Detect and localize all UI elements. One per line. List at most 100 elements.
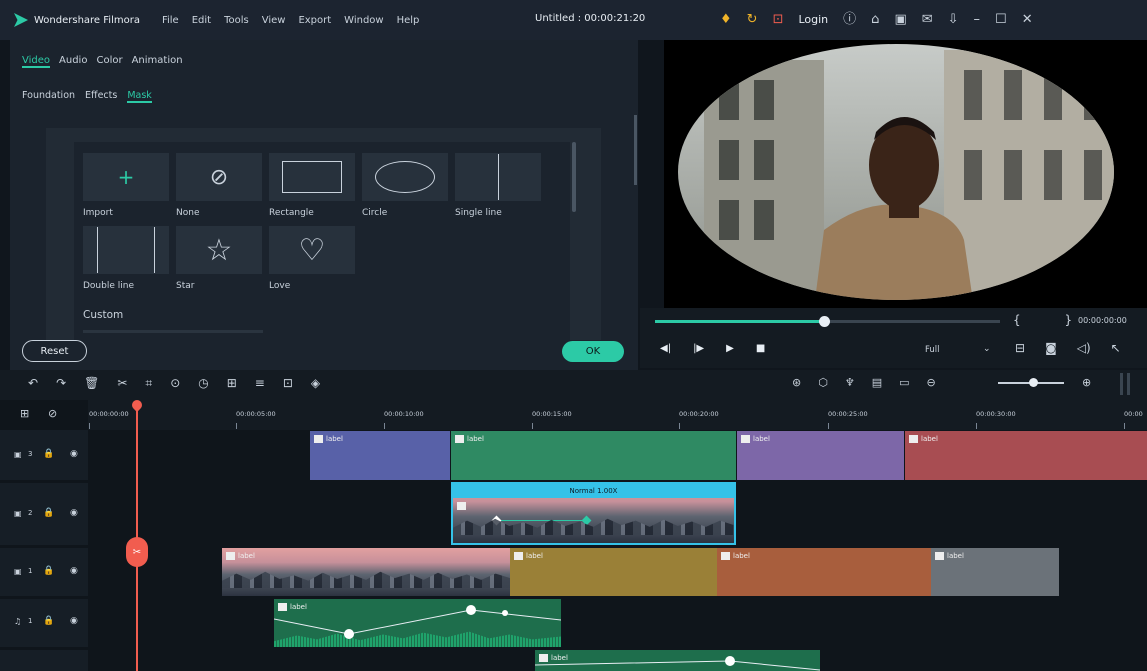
speed-icon[interactable]: ◷	[198, 376, 208, 391]
tab-audio[interactable]: Audio	[59, 55, 87, 68]
menu-edit[interactable]: Edit	[192, 15, 211, 26]
video-clip-selected[interactable]: Normal 1.00X	[451, 482, 736, 545]
effect-clip[interactable]: label	[931, 548, 1059, 596]
mask-double-line-tile[interactable]	[83, 226, 169, 274]
add-track-icon[interactable]: ⊞	[20, 407, 29, 420]
stop-icon[interactable]: ■	[756, 343, 765, 354]
mask-love-tile[interactable]: ♡	[269, 226, 355, 274]
title-clip[interactable]: label	[310, 431, 450, 480]
tab-video[interactable]: Video	[22, 55, 51, 68]
eye-icon[interactable]: ◉	[70, 508, 78, 518]
ok-button[interactable]: OK	[562, 341, 624, 362]
tab-color[interactable]: Color	[96, 55, 122, 68]
eye-icon[interactable]: ◉	[70, 566, 78, 576]
undo-icon[interactable]: ↶	[28, 376, 38, 391]
keyframe-marker[interactable]	[491, 515, 502, 526]
keyframe-icon[interactable]: ◈	[311, 376, 320, 391]
menu-view[interactable]: View	[262, 15, 286, 26]
monitor-icon[interactable]: ⊟	[1015, 341, 1025, 355]
tab-animation[interactable]: Animation	[132, 55, 183, 68]
fit-icon[interactable]: ⊡	[283, 376, 293, 391]
menu-tools[interactable]: Tools	[224, 15, 249, 26]
subtitle-icon[interactable]: ▭	[899, 376, 909, 389]
mask-circle-tile[interactable]	[362, 153, 448, 201]
lock-icon[interactable]: 🔒	[43, 449, 54, 459]
redo-icon[interactable]: ↷	[56, 376, 66, 391]
eye-icon[interactable]: ◉	[70, 616, 78, 626]
play-icon[interactable]: ▶	[726, 343, 734, 354]
video-clip[interactable]: label	[222, 548, 510, 596]
mic-icon[interactable]: ♆	[845, 376, 855, 389]
ruler-label: 00:00	[1124, 410, 1143, 418]
lock-icon[interactable]: 🔒	[43, 616, 54, 626]
crop-icon[interactable]: ⌗	[145, 376, 152, 391]
mask-none-tile[interactable]: ⊘	[176, 153, 262, 201]
reset-button[interactable]: Reset	[22, 340, 87, 362]
zoom-slider-handle[interactable]	[1029, 378, 1038, 387]
mask-import-tile[interactable]: +	[83, 153, 169, 201]
maximize-icon[interactable]: ☐	[995, 10, 1007, 30]
effect-clip[interactable]: label	[737, 431, 904, 480]
mail-icon[interactable]: ✉	[922, 10, 933, 30]
info-icon[interactable]: ⓘ	[843, 10, 856, 30]
video-icon	[457, 502, 466, 510]
zoom-in-icon[interactable]: ⊕	[1082, 376, 1091, 389]
panel-scrollbar[interactable]	[634, 115, 637, 185]
subtab-foundation[interactable]: Foundation	[22, 90, 75, 103]
fullscreen-icon[interactable]: ↖	[1111, 341, 1121, 355]
quality-select[interactable]: Full	[925, 345, 940, 355]
mask-single-line-tile[interactable]	[455, 153, 541, 201]
cut-icon[interactable]: ✂	[117, 376, 127, 391]
eye-icon[interactable]: ◉	[70, 449, 78, 459]
scissor-icon[interactable]: ✂	[126, 537, 148, 567]
adjust-icon[interactable]: ≡	[255, 376, 265, 391]
effect-clip[interactable]: label	[717, 548, 931, 596]
mask-star-tile[interactable]: ☆	[176, 226, 262, 274]
effect-clip[interactable]: label	[451, 431, 736, 480]
gift-icon[interactable]: ⌂	[871, 10, 879, 30]
menu-window[interactable]: Window	[344, 15, 383, 26]
menu-help[interactable]: Help	[397, 15, 420, 26]
volume-keyframes[interactable]	[535, 650, 820, 671]
download-icon[interactable]: ⇩	[948, 10, 959, 30]
volume-icon[interactable]: ◁)	[1077, 341, 1091, 355]
next-frame-icon[interactable]: |▶	[693, 343, 704, 354]
subtab-mask[interactable]: Mask	[127, 90, 152, 103]
subtab-effects[interactable]: Effects	[85, 90, 117, 103]
volume-keyframes[interactable]	[274, 599, 561, 647]
menu-file[interactable]: File	[162, 15, 179, 26]
audio-clip[interactable]: label	[535, 650, 820, 671]
color-icon[interactable]: ⊞	[227, 376, 237, 391]
audio-clip[interactable]: label	[274, 599, 561, 647]
chevron-down-icon[interactable]: ⌄	[983, 344, 991, 354]
login-button[interactable]: Login	[798, 10, 828, 30]
close-icon[interactable]: ✕	[1022, 10, 1033, 30]
sync-icon[interactable]: ↻	[747, 10, 758, 30]
effect-clip[interactable]: label	[510, 548, 717, 596]
lock-icon[interactable]: 🔒	[43, 508, 54, 518]
cart-icon[interactable]: ⊡	[773, 10, 784, 30]
menu-export[interactable]: Export	[298, 15, 331, 26]
lock-icon[interactable]: 🔒	[43, 566, 54, 576]
mask-rectangle-tile[interactable]	[269, 153, 355, 201]
mask-scrollbar[interactable]	[572, 142, 576, 212]
progress-handle[interactable]	[819, 316, 831, 327]
keyframe-marker[interactable]	[581, 515, 592, 526]
delete-icon[interactable]: 🗑	[84, 376, 99, 391]
voiceover-icon[interactable]: ▤	[872, 376, 882, 389]
save-icon[interactable]: ▣	[894, 10, 906, 30]
bulb-icon[interactable]: ♦	[720, 10, 732, 30]
link-icon[interactable]: ⊘	[48, 407, 57, 420]
zoom-icon[interactable]: ⊙	[170, 376, 180, 391]
snapshot-icon[interactable]: ◙	[1045, 341, 1057, 355]
shield-icon[interactable]: ⬡	[818, 376, 828, 389]
speed-badge[interactable]: Normal 1.00X	[453, 484, 734, 498]
video-icon	[226, 552, 235, 560]
minimize-icon[interactable]: –	[974, 10, 981, 30]
progress-track[interactable]	[655, 316, 1000, 327]
previous-frame-icon[interactable]: ◀|	[660, 343, 671, 354]
render-icon[interactable]: ⊛	[792, 376, 801, 389]
effect-clip[interactable]: label	[905, 431, 1147, 480]
panel-toggle-icon[interactable]	[1120, 373, 1130, 395]
zoom-out-icon[interactable]: ⊖	[927, 376, 936, 389]
